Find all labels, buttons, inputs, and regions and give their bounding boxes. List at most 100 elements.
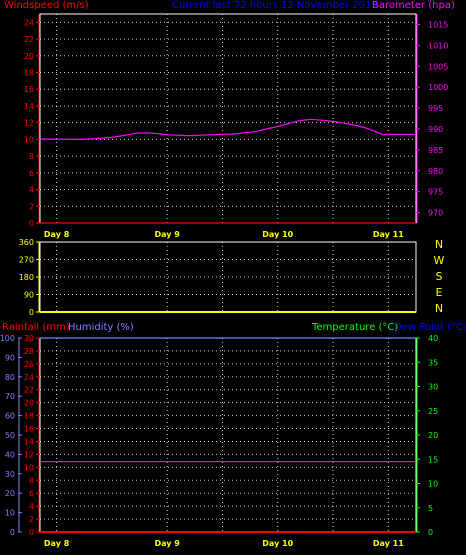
humidity-tick-label: 20	[5, 489, 15, 498]
humidity-tick-label: 10	[5, 509, 15, 518]
direction-tick-label: 0	[29, 308, 34, 317]
humidity-tick-label: 100	[0, 334, 15, 343]
barometer-axis-title: Barometer (hpa)	[372, 0, 455, 11]
wind-tick-label: 16	[24, 85, 34, 94]
humidity-tick-label: 60	[5, 412, 15, 421]
humidity-tick-label: 30	[5, 470, 15, 479]
panel3-x-tick-label: Day 9	[154, 539, 180, 548]
humidity-axis-title: Humidity (%)	[68, 322, 134, 333]
temperature-tick-label: 10	[428, 480, 438, 489]
panel3-x-tick-label: Day 10	[262, 539, 293, 548]
rainfall-y-axis: 024681012141618202224262830	[24, 334, 40, 537]
wind-tick-label: 14	[24, 102, 34, 111]
panel3-frame	[39, 337, 417, 533]
barometer-tick-label: 980	[428, 167, 443, 176]
barometer-tick-label: 995	[428, 104, 443, 113]
compass-label: W	[434, 254, 445, 267]
barometer-tick-label: 1010	[428, 41, 448, 50]
wind-tick-label: 4	[29, 186, 34, 195]
rainfall-tick-label: 4	[29, 502, 34, 511]
rainfall-tick-label: 14	[24, 437, 34, 446]
barometer-tick-label: 1000	[428, 83, 448, 92]
humidity-tick-label: 80	[5, 373, 15, 382]
temperature-tick-label: 25	[428, 407, 438, 416]
compass-label: N	[435, 302, 443, 315]
rainfall-tick-label: 10	[24, 463, 34, 472]
rainfall-tick-label: 16	[24, 425, 34, 434]
panel-wind-direction: 090180270360 NWSEN	[19, 238, 445, 317]
wind-tick-label: 0	[29, 219, 34, 228]
direction-tick-label: 90	[24, 291, 34, 300]
rainfall-tick-label: 18	[24, 412, 34, 421]
panel2-grid	[40, 241, 416, 312]
panel1-series	[39, 118, 416, 224]
rainfall-axis-title: Rainfall (mm)	[2, 322, 70, 333]
barometer-tick-label: 970	[428, 209, 443, 218]
temperature-tick-label: 0	[428, 528, 433, 537]
compass-labels: NWSEN	[434, 238, 445, 315]
temperature-tick-label: 20	[428, 431, 438, 440]
temperature-tick-label: 35	[428, 358, 438, 367]
weather-charts: Windspeed (m/s) Current last 72 hours 12…	[0, 0, 466, 548]
rainfall-tick-label: 20	[24, 399, 34, 408]
panel3-x-tick-label: Day 11	[373, 539, 404, 548]
direction-tick-label: 180	[19, 273, 34, 282]
panel3-series	[40, 337, 416, 533]
wind-tick-label: 20	[24, 52, 34, 61]
wind-y-axis: 024681012141618202224	[24, 14, 40, 228]
temperature-tick-label: 15	[428, 455, 438, 464]
humidity-tick-label: 50	[5, 431, 15, 440]
direction-tick-label: 360	[19, 238, 34, 247]
barometer-tick-label: 990	[428, 125, 443, 134]
wind-tick-label: 22	[24, 35, 34, 44]
chart-title: Current last 72 hours 12 November 2019	[172, 0, 378, 11]
temperature-y-axis: 0 5 10 15 20 25 30 35 40	[416, 334, 438, 537]
barometer-tick-label: 1005	[428, 62, 448, 71]
rainfall-tick-label: 22	[24, 386, 34, 395]
compass-label: E	[436, 286, 443, 299]
temperature-tick-label: 40	[428, 334, 438, 343]
panel1-x-axis: Day 8 Day 9 Day 10 Day 11	[44, 230, 404, 239]
panel1-x-tick-label: Day 9	[154, 230, 180, 239]
compass-label: N	[435, 238, 443, 251]
temperature-tick-label: 30	[428, 383, 438, 392]
barometer-tick-label: 985	[428, 146, 443, 155]
panel1-grid	[40, 14, 416, 223]
wind-axis-title: Windspeed (m/s)	[4, 0, 89, 11]
direction-y-axis: 0 90 180 270 360	[19, 238, 40, 317]
direction-tick-label: 270	[19, 256, 34, 265]
humidity-y-axis: 0 10 20 30 40 50 60 70 80 90 100	[0, 334, 22, 537]
wind-tick-label: 10	[24, 135, 34, 144]
panel-temperature-humidity: Rainfall (mm) Humidity (%) Temperature (…	[0, 322, 466, 548]
rainfall-tick-label: 30	[24, 334, 34, 343]
panel3-x-axis: Day 8 Day 9 Day 10 Day 11	[44, 539, 404, 548]
humidity-tick-label: 70	[5, 392, 15, 401]
panel3-x-tick-label: Day 8	[44, 539, 70, 548]
temperature-tick-label: 5	[428, 504, 433, 513]
rainfall-tick-label: 26	[24, 360, 34, 369]
panel1-x-tick-label: Day 11	[373, 230, 404, 239]
compass-label: S	[436, 270, 443, 283]
humidity-tick-label: 90	[5, 353, 15, 362]
wind-tick-label: 24	[24, 18, 34, 27]
rainfall-tick-label: 24	[24, 373, 34, 382]
temperature-axis-title: Temperature (°C)	[311, 322, 398, 333]
panel3-grid	[40, 337, 416, 532]
wind-tick-label: 12	[24, 119, 34, 128]
wind-tick-label: 2	[29, 202, 34, 211]
humidity-tick-label: 0	[10, 528, 15, 537]
barometer-tick-label: 975	[428, 188, 443, 197]
dewpoint-axis-title: Dew Point (°C)	[394, 322, 466, 333]
wind-tick-label: 6	[29, 169, 34, 178]
panel-wind-barometer: Windspeed (m/s) Current last 72 hours 12…	[4, 0, 455, 239]
panel1-x-tick-label: Day 8	[44, 230, 70, 239]
humidity-tick-label: 40	[5, 450, 15, 459]
rainfall-tick-label: 8	[29, 476, 34, 485]
rainfall-tick-label: 28	[24, 347, 34, 356]
barometer-y-axis: 970 975 980 985 990 995 1000 1005 1010 1015	[416, 14, 448, 223]
panel1-frame	[39, 13, 417, 224]
wind-tick-label: 18	[24, 69, 34, 78]
rainfall-tick-label: 2	[29, 515, 34, 524]
panel1-x-tick-label: Day 10	[262, 230, 293, 239]
wind-tick-label: 8	[29, 152, 34, 161]
